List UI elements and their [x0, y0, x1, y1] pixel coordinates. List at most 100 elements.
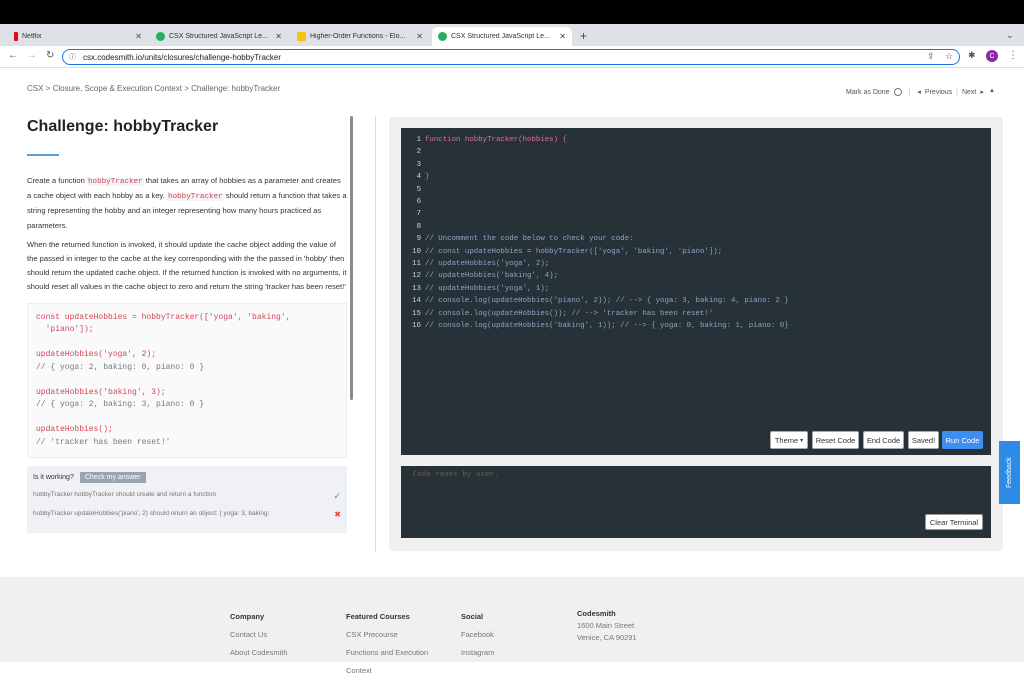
next-link[interactable]: Next [962, 89, 976, 96]
example-code-line [36, 337, 338, 350]
address-bar[interactable]: ⓘ csx.codesmith.io/units/closures/challe… [62, 49, 960, 65]
cross-icon: ✖ [334, 510, 341, 520]
footer-courses: Featured Courses CSX Precourse Functions… [346, 608, 428, 680]
close-icon[interactable]: ✕ [559, 32, 566, 41]
forward-arrow-icon[interactable]: → [27, 50, 37, 61]
chevron-down-icon[interactable]: ⌄ [1006, 30, 1014, 41]
example-code-line: updateHobbies('yoga', 2); [36, 350, 157, 360]
netflix-icon [14, 32, 18, 41]
codesmith-icon [156, 32, 165, 41]
run-code-button[interactable]: Run Code [942, 431, 983, 449]
line-number: 11 [412, 260, 421, 268]
footer-link[interactable]: Functions and Execution [346, 644, 428, 662]
previous-link[interactable]: Previous [925, 89, 952, 96]
caret-left-icon: ◂ [917, 89, 921, 96]
info-icon[interactable]: ⓘ [69, 52, 76, 62]
share-icon[interactable]: ⇪ [927, 51, 935, 62]
code-line: // console.log(updateHobbies('baking', 1… [425, 322, 789, 330]
example-code-line: // 'tracker has been reset!' [36, 437, 171, 447]
end-code-button[interactable]: End Code [863, 431, 904, 449]
example-lines: const updateHobbies = hobbyTracker(['yog… [36, 312, 338, 450]
test-text: hobbyTracker hobbyTracker should create … [33, 491, 217, 499]
code-line: function hobbyTracker(hobbies) { [425, 136, 567, 144]
footer-heading: Featured Courses [346, 612, 410, 621]
screen-top-bar [0, 0, 1024, 24]
close-icon[interactable]: ✕ [135, 32, 142, 41]
clear-terminal-button[interactable]: Clear Terminal [925, 514, 983, 530]
example-code-line: 'piano']); [36, 325, 94, 335]
description-paragraph: Create a function hobbyTracker that take… [27, 174, 347, 233]
page-scroll-up-icon[interactable]: ▲ [989, 88, 995, 94]
text-span: Create a function [27, 176, 87, 185]
line-number: 2 [416, 148, 421, 157]
code-line: // updateHobbies('yoga', 1); [425, 284, 550, 293]
terminal-text: Code reset by user. [413, 471, 499, 479]
panel-scrollbar[interactable] [350, 116, 353, 400]
menu-kebab-icon[interactable]: ⋮ [1008, 50, 1018, 61]
line-number: 14 [412, 297, 421, 306]
new-tab-plus-icon[interactable]: + [580, 29, 587, 43]
example-code-line: updateHobbies(); [36, 425, 113, 435]
footer-link[interactable]: About Codesmith [230, 644, 288, 662]
browser-tab[interactable]: CSX Structured JavaScript Le... ✕ [150, 27, 288, 46]
line-number: 10 [412, 247, 421, 256]
description-paragraph: When the returned function is invoked, i… [27, 239, 347, 292]
footer-company: Company Contact Us About Codesmith [230, 608, 288, 662]
saved-button[interactable]: Saved! [908, 431, 939, 449]
footer-heading: Codesmith [577, 609, 616, 618]
star-icon[interactable]: ☆ [945, 51, 953, 62]
footer-link[interactable]: CSX Precourse [346, 626, 428, 644]
browser-tab[interactable]: Higher-Order Functions - Elo... ✕ [291, 27, 429, 46]
nav-divider: | [908, 88, 911, 96]
inline-code: hobbyTracker [86, 178, 144, 186]
lesson-nav: Mark as Done | ◂ Previous | Next ▸ [846, 88, 984, 96]
breadcrumb[interactable]: CSX > Closure, Scope & Execution Context… [27, 84, 280, 93]
tab-title: CSX Structured JavaScript Le... [451, 33, 550, 40]
code-line: // updateHobbies('yoga', 2); [425, 260, 550, 268]
reset-code-button[interactable]: Reset Code [812, 431, 859, 449]
test-result: hobbyTracker hobbyTracker should create … [33, 491, 341, 502]
browser-tab[interactable]: Netflix ✕ [8, 27, 148, 46]
nav-divider: | [956, 88, 958, 96]
inline-code: hobbyTracker [167, 193, 224, 202]
footer-heading: Social [461, 612, 484, 621]
line-number: 9 [416, 235, 421, 244]
challenge-title: Challenge: hobbyTracker [27, 118, 219, 135]
footer-link[interactable]: Contact Us [230, 626, 288, 644]
footer-address: 1600 Main Street [577, 621, 635, 630]
tab-title: CSX Structured JavaScript Le... [169, 33, 268, 40]
check-icon: ✓ [333, 491, 341, 502]
footer-heading: Company [230, 612, 265, 621]
line-number: 7 [416, 210, 421, 219]
close-icon[interactable]: ✕ [416, 32, 423, 41]
code-line: // updateHobbies('baking', 4); [425, 272, 559, 281]
mark-done-circle-icon[interactable] [893, 88, 902, 96]
browser-tab-active[interactable]: CSX Structured JavaScript Le... ✕ [432, 27, 572, 46]
back-arrow-icon[interactable]: ← [8, 50, 18, 61]
footer-link[interactable]: Context [346, 662, 428, 680]
close-icon[interactable]: ✕ [275, 32, 282, 41]
extensions-puzzle-icon[interactable]: ✱ [968, 50, 976, 61]
footer-link[interactable]: Facebook [461, 626, 494, 644]
caret-down-icon: ▾ [800, 437, 804, 444]
code-line: // Uncomment the code below to check you… [425, 235, 634, 244]
tab-title: Higher-Order Functions - Elo... [310, 33, 406, 40]
mark-done-button[interactable]: Mark as Done [846, 89, 890, 96]
reload-icon[interactable]: ↻ [46, 50, 54, 61]
footer-address: Venice, CA 90291 [577, 633, 637, 642]
tab-title: Netflix [22, 33, 42, 40]
code-editor[interactable]: 1 function hobbyTracker(hobbies) {2 3 4} 5 6 7… [401, 128, 991, 455]
line-number: 1 [416, 136, 421, 144]
caret-right-icon: ▸ [980, 89, 984, 96]
check-answer-button[interactable]: Check my answer [79, 472, 146, 484]
terminal-output: Code reset by user. [401, 466, 991, 538]
line-number: 15 [412, 309, 421, 318]
theme-dropdown[interactable]: Theme ▾ [770, 431, 808, 449]
profile-avatar[interactable]: C [986, 50, 998, 62]
feedback-tab[interactable]: Feedback [999, 441, 1020, 504]
footer-link[interactable]: Instagram [461, 644, 494, 662]
code-line: // console.log(updateHobbies('piano', 2)… [425, 297, 789, 306]
title-underline [27, 154, 59, 156]
example-code-line: // { yoga: 2, baking: 0, piano: 0 } [36, 362, 205, 372]
line-number: 3 [416, 160, 421, 169]
